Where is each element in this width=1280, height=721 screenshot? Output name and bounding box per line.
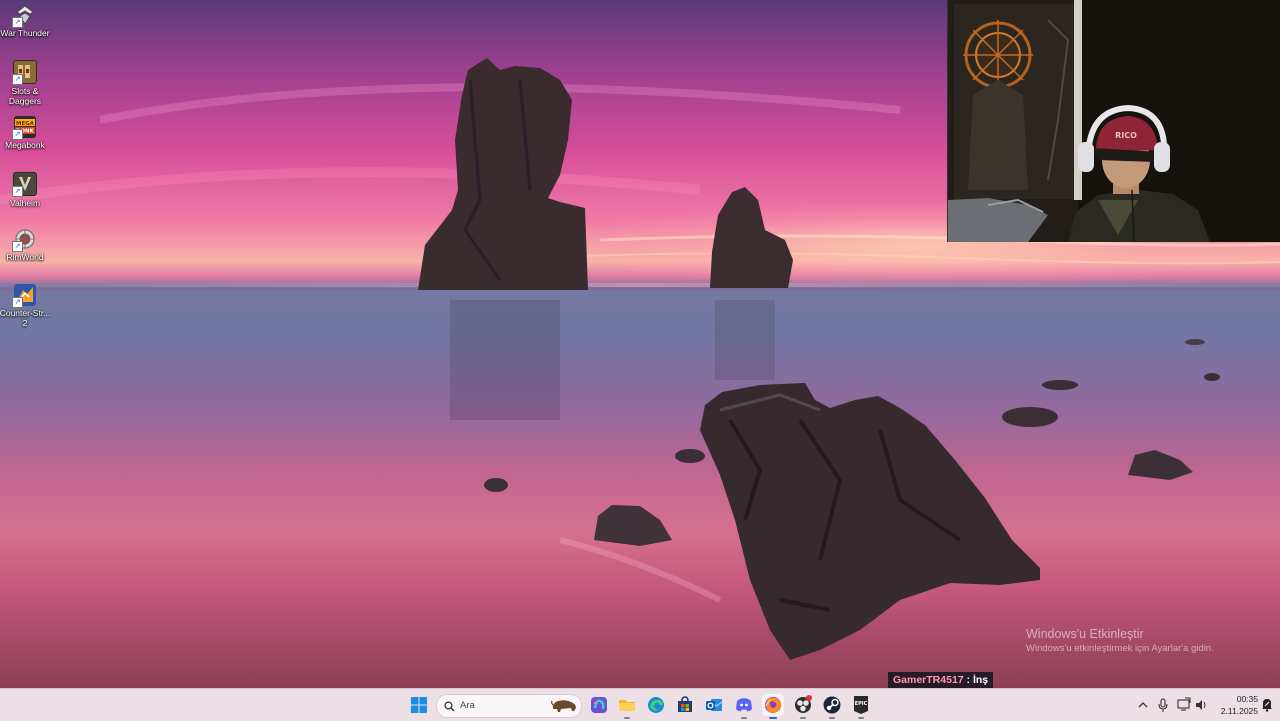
running-indicator [829,717,835,719]
search-placeholder: Ara [460,700,475,711]
outlook-icon [706,699,723,711]
edge-button[interactable] [645,694,667,716]
edge-icon [648,697,664,713]
taskbar: Ara EPIC 00:35 2.11.2025 [0,688,1280,721]
desktop-icon-megabonk[interactable]: MEGA BONK ↗ Megabonk [0,116,51,150]
steam-icon [823,696,841,714]
epic-games-icon: EPIC [854,696,868,714]
store-icon [678,696,692,712]
shortcut-arrow-icon: ↗ [12,74,23,85]
store-button[interactable] [674,694,696,716]
desktop-icon-valheim[interactable]: ↗ Valheim [0,172,51,208]
windows-activation-watermark: Windows'u Etkinleştir Windows'u etkinleş… [1026,626,1214,656]
desktop-icon-label: Megabonk [5,140,45,150]
desktop-icon-label: Counter-Str... 2 [0,308,51,328]
tray-overflow-chevron-icon[interactable] [1136,689,1150,721]
desktop-icon-label: Valheim [9,198,41,208]
svg-text:MEGA: MEGA [16,121,35,127]
epic-logo-text: EPIC [855,701,868,707]
shortcut-arrow-icon: ↗ [12,129,23,140]
chat-separator: : [963,674,973,686]
active-window-indicator [769,717,777,719]
shortcut-arrow-icon: ↗ [12,186,23,197]
foreground-rock [700,383,1040,660]
volume-icon[interactable] [1194,689,1208,721]
desktop-icon-label: Slots & Daggers [8,86,42,106]
windows-logo-icon [411,697,427,713]
running-indicator [741,717,747,719]
shortcut-arrow-icon: ↗ [12,17,23,28]
desktop-icon-counter-strike[interactable]: ↗ Counter-Str... 2 [0,284,51,328]
desktop-icon-label: RimWorld [6,252,44,262]
valheim-icon: ↗ [12,172,37,197]
activation-subtitle: Windows'u etkinleştirmek için Ayarlar'a … [1026,643,1214,654]
discord-icon [736,698,752,712]
desktop-icon-rimworld[interactable]: ↗ RimWorld [0,228,51,262]
megabonk-icon: MEGA BONK ↗ [12,116,36,140]
chat-text: İnş [972,674,989,686]
running-indicator [624,717,630,719]
outlook-button[interactable] [703,694,725,716]
beach-rock-small [594,505,672,546]
obs-icon [795,695,812,713]
file-explorer-button[interactable] [616,694,638,719]
start-button[interactable] [408,694,430,716]
svg-text:RICO: RICO [1115,131,1137,140]
folder-icon [619,700,635,711]
desktop-icon-label: War Thunder [0,28,50,38]
taskbar-clock[interactable]: 00:35 2.11.2025 [1212,693,1258,717]
network-icon[interactable] [1177,689,1191,721]
desktop-icon-slots-daggers[interactable]: ↗ Slots & Daggers [0,60,51,106]
steam-button[interactable] [821,694,843,719]
desktop-icon-war-thunder[interactable]: ↗ War Thunder [0,4,51,38]
desktop: ↗ War Thunder ↗ Slots & Daggers MEGA BON… [0,0,1280,688]
bison-search-highlight-icon [551,700,576,712]
running-indicator [800,717,806,719]
shortcut-arrow-icon: ↗ [12,297,23,308]
shortcut-arrow-icon: ↗ [12,241,23,252]
notification-bell-icon[interactable] [1260,689,1274,721]
slots-daggers-icon: ↗ [12,60,37,85]
stream-chat-message: GamerTR4517 : İnş [888,672,994,688]
clock-time: 00:35 [1236,694,1258,704]
microphone-icon[interactable] [1157,689,1169,721]
copilot-button[interactable] [588,694,610,716]
counter-strike-icon: ↗ [12,284,36,308]
running-indicator [858,717,864,719]
chat-username: GamerTR4517 [893,674,964,686]
taskbar-search-box[interactable]: Ara [436,694,582,718]
webcam-overlay: RICO [947,0,1280,242]
firefox-icon [765,697,781,713]
search-icon [444,701,455,712]
activation-title: Windows'u Etkinleştir [1026,627,1144,641]
copilot-icon [591,697,607,713]
epic-games-button[interactable]: EPIC [850,694,872,719]
firefox-button[interactable] [762,694,784,719]
war-thunder-icon: ↗ [12,4,36,28]
obs-button[interactable] [792,694,814,719]
rimworld-icon: ↗ [12,228,36,252]
clock-date: 2.11.2025 [1220,706,1258,716]
discord-button[interactable] [733,694,755,719]
